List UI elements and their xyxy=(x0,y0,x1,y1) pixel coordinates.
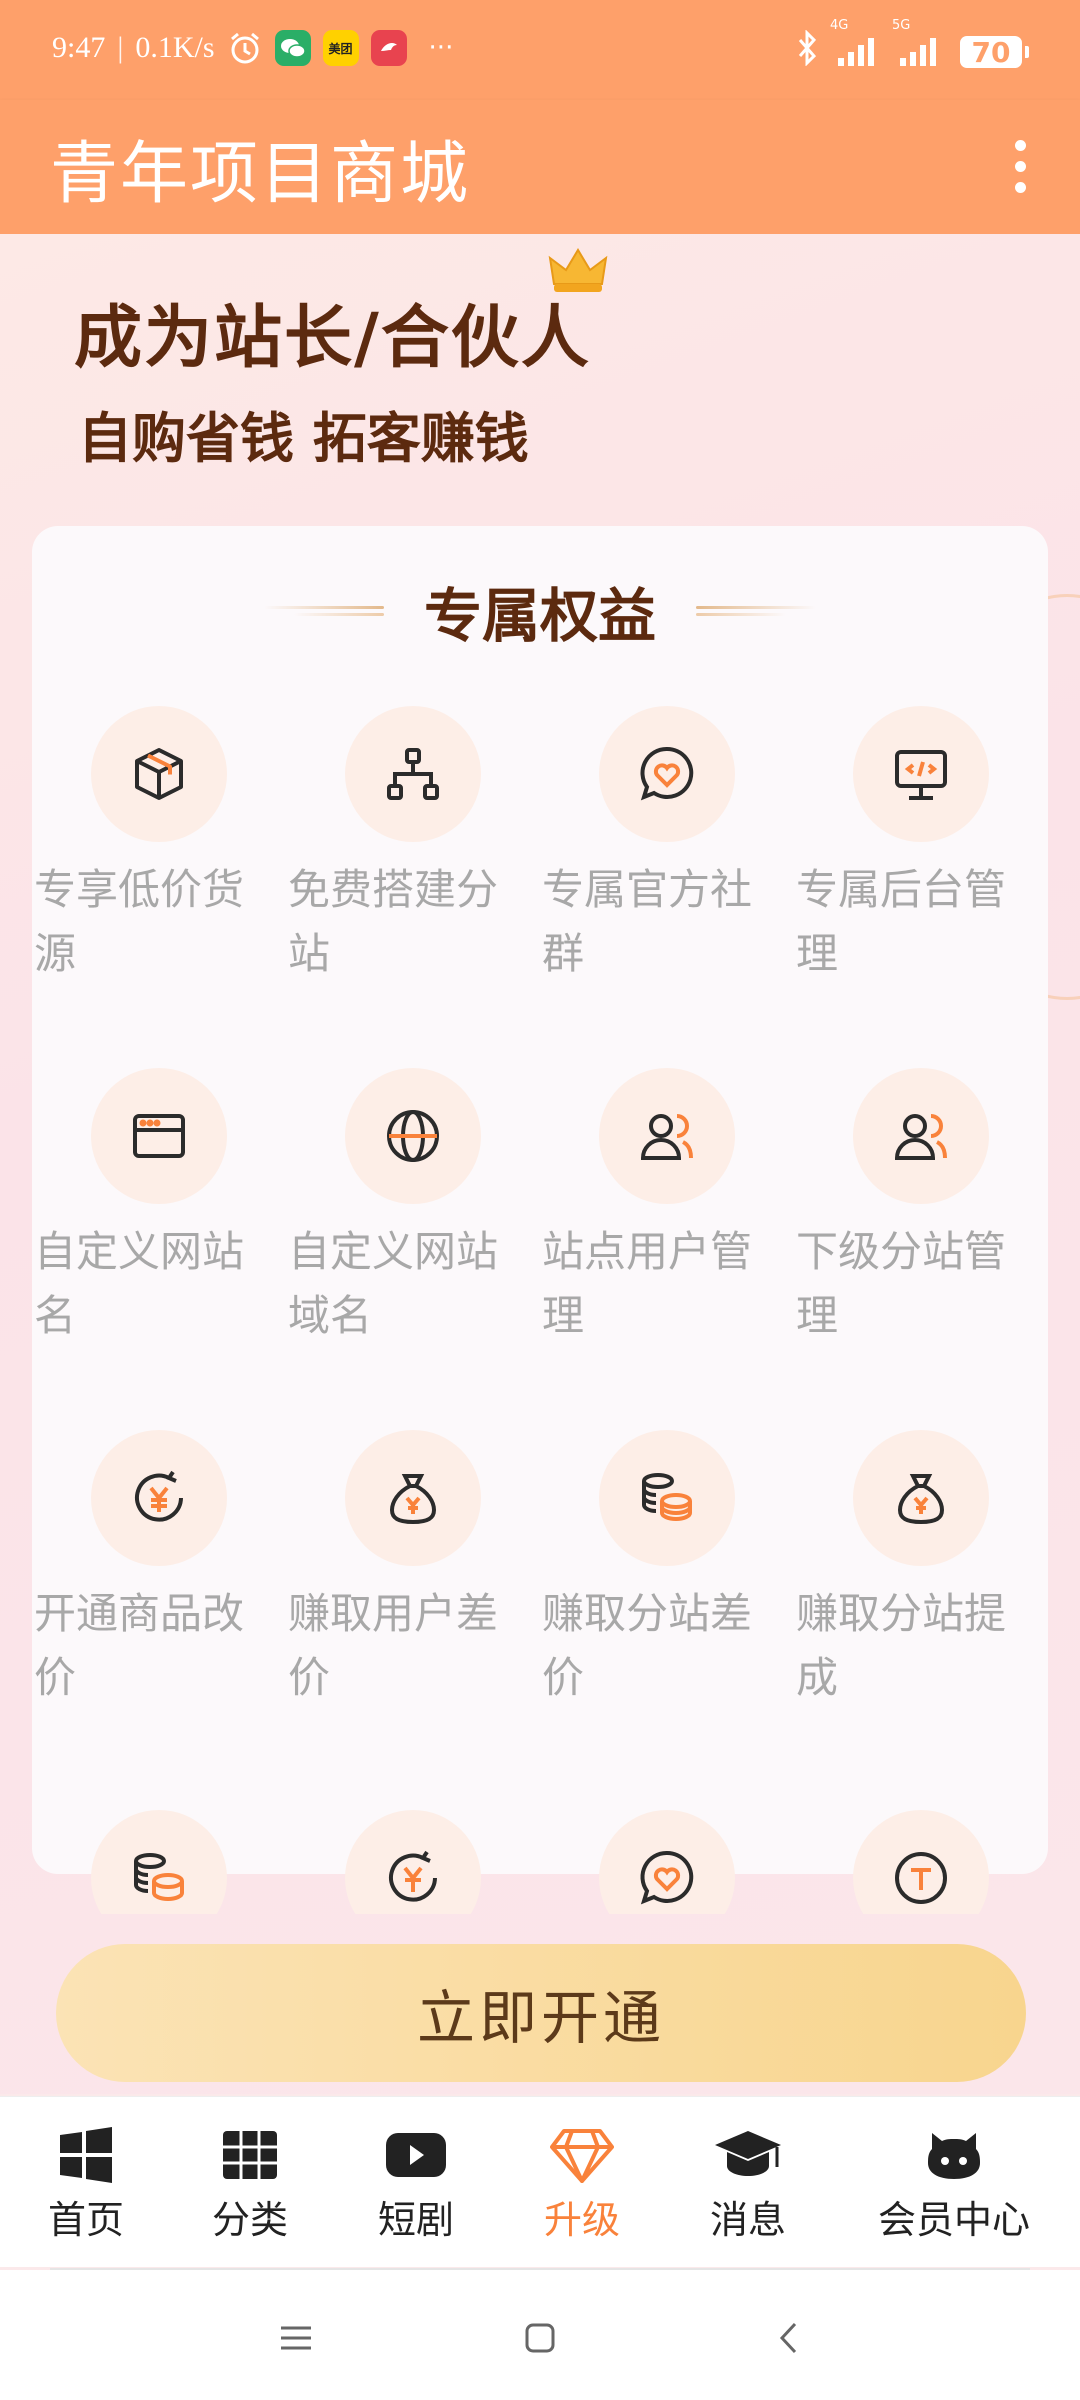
tab-label: 升级 xyxy=(543,2198,620,2242)
hero-subtitle: 自购省钱 拓客赚钱 xyxy=(78,407,529,470)
benefit-label: 专属官方社群 xyxy=(542,865,753,978)
package-icon xyxy=(91,706,227,842)
signal-4g-icon: 4G xyxy=(830,18,880,68)
tab-label: 消息 xyxy=(709,2198,786,2242)
open-now-button[interactable]: 立即开通 xyxy=(56,1944,1026,2082)
signal-4g-label: 4G xyxy=(830,18,849,33)
status-more-icon: ··· xyxy=(428,33,454,63)
benefit-label: 自定义网站名 xyxy=(34,1227,245,1340)
globe-icon xyxy=(345,1068,481,1204)
title-decoration-left xyxy=(263,606,384,616)
windows-icon xyxy=(6,2125,166,2185)
signal-5g-label: 5G xyxy=(892,18,911,33)
hero-title: 成为站长/合伙人 xyxy=(74,299,591,378)
status-right: 4G 5G 70 xyxy=(796,18,1029,74)
title-decoration-right xyxy=(696,606,816,616)
tab-home[interactable]: 首页 xyxy=(6,2125,166,2244)
benefit-label: 赚取分站差价 xyxy=(542,1589,753,1702)
benefit-label: 赚取用户差价 xyxy=(288,1589,499,1702)
app-title: 青年项目商城 xyxy=(50,135,471,214)
nav-menu-button[interactable] xyxy=(266,2310,326,2366)
benefit-label: 专属后台管理 xyxy=(796,865,1007,978)
money-bag-icon xyxy=(345,1430,481,1566)
code-monitor-icon xyxy=(853,706,989,842)
benefits-overflow-row xyxy=(32,1810,1048,1914)
yuan-refresh-icon[interactable] xyxy=(345,1810,481,1914)
status-net-speed: 0.1K/s xyxy=(135,31,215,64)
app-notification-icon xyxy=(370,30,407,66)
more-dot-icon xyxy=(1014,139,1026,151)
status-time: 9:47 xyxy=(52,31,106,64)
app-bar: 青年项目商城 xyxy=(0,100,1080,234)
benefit-label: 站点用户管理 xyxy=(542,1227,753,1340)
coins-icon[interactable] xyxy=(91,1810,227,1914)
benefit-label: 免费搭建分站 xyxy=(288,865,499,978)
graduation-cap-icon xyxy=(668,2125,828,2185)
diamond-icon xyxy=(502,2125,662,2185)
system-nav-bar xyxy=(0,2270,1080,2400)
tab-upgrade[interactable]: 升级 xyxy=(502,2125,662,2244)
benefit-label: 自定义网站域名 xyxy=(288,1227,499,1340)
crown-icon xyxy=(548,248,608,300)
status-bar: 9:47 | 0.1K/s 美团 ··· 4G 5G 70 xyxy=(0,0,1080,100)
more-dot-icon xyxy=(1014,160,1026,172)
card-header: 专属权益 xyxy=(32,566,1048,656)
benefits-card: 专属权益 专享低价货源 免费搭建分站 专属官方社群 专属后台管理 自定义网站名 … xyxy=(32,526,1048,1874)
play-icon xyxy=(336,2125,496,2185)
tab-category[interactable]: 分类 xyxy=(170,2125,330,2244)
status-left: 9:47 | 0.1K/s 美团 ··· xyxy=(52,30,453,66)
benefit-label: 下级分站管理 xyxy=(796,1227,1007,1340)
hierarchy-icon xyxy=(345,706,481,842)
status-separator: | xyxy=(117,31,124,64)
benefit-label: 专享低价货源 xyxy=(34,865,245,978)
bluetooth-icon xyxy=(796,29,818,74)
tab-messages[interactable]: 消息 xyxy=(668,2125,828,2244)
alarm-icon xyxy=(227,30,263,66)
nav-home-button[interactable] xyxy=(510,2310,570,2366)
users-icon xyxy=(853,1068,989,1204)
meituan-icon: 美团 xyxy=(322,30,359,66)
coins-icon xyxy=(599,1430,735,1566)
users-icon xyxy=(599,1068,735,1204)
t-coin-icon[interactable] xyxy=(853,1810,989,1914)
card-title: 专属权益 xyxy=(423,582,656,650)
browser-window-icon xyxy=(91,1068,227,1204)
tab-short-drama[interactable]: 短剧 xyxy=(336,2125,496,2244)
more-dot-icon xyxy=(1014,181,1026,193)
benefit-label: 赚取分站提成 xyxy=(796,1589,1007,1702)
nav-back-button[interactable] xyxy=(758,2310,818,2366)
tab-label: 会员中心 xyxy=(877,2198,1030,2242)
grid-icon xyxy=(170,2125,330,2185)
wechat-icon xyxy=(274,30,311,66)
tab-member-center[interactable]: 会员中心 xyxy=(834,2125,1074,2244)
bottom-tab-bar: 首页 分类 短剧 升级 消息 会员中心 xyxy=(0,2096,1080,2267)
signal-5g-icon: 5G xyxy=(892,18,942,68)
tab-label: 短剧 xyxy=(377,2198,454,2242)
heart-chat-icon xyxy=(599,706,735,842)
benefit-label: 开通商品改价 xyxy=(34,1589,245,1702)
money-bag-icon xyxy=(853,1430,989,1566)
octocat-icon xyxy=(834,2125,1074,2185)
heart-chat-icon[interactable] xyxy=(599,1810,735,1914)
yuan-refresh-icon xyxy=(91,1430,227,1566)
tab-label: 分类 xyxy=(211,2198,288,2242)
tab-label: 首页 xyxy=(47,2198,124,2242)
more-menu-button[interactable] xyxy=(990,128,1050,204)
battery-indicator: 70 xyxy=(960,36,1029,69)
